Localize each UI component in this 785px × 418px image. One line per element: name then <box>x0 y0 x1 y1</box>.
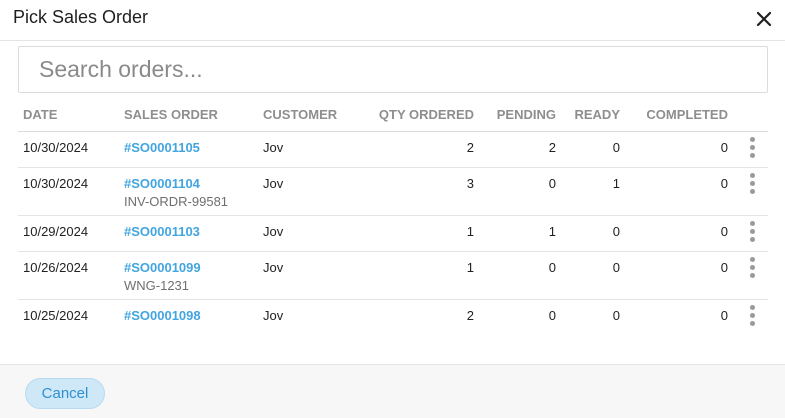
column-header-sales-order[interactable]: SALES ORDER <box>119 99 258 132</box>
cell-actions <box>737 251 768 300</box>
cell-qty-ordered: 3 <box>358 167 483 216</box>
more-vertical-icon[interactable] <box>743 172 763 196</box>
close-icon <box>756 11 772 27</box>
cell-completed: 0 <box>629 167 737 216</box>
cell-sales-order: #SO0001098 <box>119 299 258 335</box>
cell-pending: 0 <box>483 167 565 216</box>
cell-qty-ordered: 2 <box>358 131 483 168</box>
cell-completed: 0 <box>629 131 737 168</box>
cell-date: 10/29/2024 <box>18 215 119 252</box>
column-header-date[interactable]: DATE <box>18 99 119 132</box>
cell-actions <box>737 167 768 216</box>
sales-order-link[interactable]: #SO0001105 <box>124 140 258 155</box>
cell-completed: 0 <box>629 215 737 252</box>
cell-customer: Jov <box>258 131 358 168</box>
cell-actions <box>737 131 768 168</box>
table-row[interactable]: 10/30/2024 #SO0001105 Jov 2 2 0 0 <box>18 131 768 168</box>
orders-table: DATE SALES ORDER CUSTOMER QTY ORDERED PE… <box>18 99 768 335</box>
more-vertical-icon[interactable] <box>743 304 763 328</box>
order-reference: WNG-1231 <box>124 277 190 293</box>
cell-pending: 0 <box>483 251 565 300</box>
column-header-qty-ordered[interactable]: QTY ORDERED <box>358 99 483 132</box>
table-row[interactable]: 10/30/2024 #SO0001104 INV-ORDR-99581 Jov … <box>18 167 768 216</box>
cell-date: 10/25/2024 <box>23 307 89 323</box>
cell-pending: 2 <box>483 131 565 168</box>
table-row[interactable]: 10/25/2024 #SO0001098 Jov 2 0 0 0 <box>18 299 768 335</box>
cell-completed: 0 <box>629 251 737 300</box>
cell-ready: 1 <box>565 167 629 216</box>
cell-date: 10/30/2024 <box>18 167 119 216</box>
column-header-actions <box>737 99 768 132</box>
cell-sales-order: #SO0001103 <box>119 215 258 252</box>
cell-pending: 1 <box>483 215 565 252</box>
cell-ready: 0 <box>565 251 629 300</box>
search-input[interactable] <box>19 47 767 92</box>
table-row[interactable]: 10/26/2024 #SO0001099 WNG-1231 Jov 1 0 0 … <box>18 251 768 300</box>
table-row[interactable]: 10/29/2024 #SO0001103 Jov 1 1 0 0 <box>18 215 768 252</box>
cell-sales-order: #SO0001104 INV-ORDR-99581 <box>119 167 258 216</box>
cell-qty-ordered: 1 <box>358 251 483 300</box>
sales-order-link[interactable]: #SO0001104 <box>124 176 258 191</box>
cell-ready: 0 <box>565 131 629 168</box>
cell-sales-order: #SO0001099 WNG-1231 <box>119 251 258 300</box>
order-reference: INV-ORDR-99581 <box>124 193 229 209</box>
column-header-completed[interactable]: COMPLETED <box>629 99 737 132</box>
more-vertical-icon[interactable] <box>743 136 763 160</box>
cell-customer: Jov <box>263 307 284 323</box>
cell-actions <box>737 215 768 252</box>
cell-pending: 0 <box>548 307 556 323</box>
dialog-footer: Cancel <box>0 364 785 418</box>
search-box <box>18 46 768 93</box>
dialog-title: Pick Sales Order <box>13 7 149 27</box>
cell-qty-ordered: 1 <box>358 215 483 252</box>
cell-date: 10/26/2024 <box>18 251 119 300</box>
column-header-pending[interactable]: PENDING <box>483 99 565 132</box>
cell-ready: 0 <box>612 307 620 323</box>
sales-order-link[interactable]: #SO0001099 <box>124 260 258 275</box>
table-header-row: DATE SALES ORDER CUSTOMER QTY ORDERED PE… <box>18 99 768 132</box>
cell-customer: Jov <box>258 167 358 216</box>
cell-customer: Jov <box>258 251 358 300</box>
column-header-ready[interactable]: READY <box>565 99 629 132</box>
sales-order-link[interactable]: #SO0001103 <box>124 224 258 239</box>
cell-actions <box>737 299 768 335</box>
pick-sales-order-dialog: Pick Sales Order DATE SALES ORDER CUSTOM… <box>0 0 785 418</box>
close-button[interactable] <box>752 7 776 31</box>
cell-customer: Jov <box>258 215 358 252</box>
cell-ready: 0 <box>565 215 629 252</box>
column-header-customer[interactable]: CUSTOMER <box>258 99 358 132</box>
more-vertical-icon[interactable] <box>743 220 763 244</box>
cell-date: 10/30/2024 <box>18 131 119 168</box>
cell-completed: 0 <box>720 307 728 323</box>
cell-sales-order: #SO0001105 <box>119 131 258 168</box>
more-vertical-icon[interactable] <box>743 256 763 280</box>
sales-order-link[interactable]: #SO0001098 <box>124 308 258 323</box>
cancel-button[interactable]: Cancel <box>25 378 105 409</box>
cell-qty-ordered: 2 <box>466 307 474 323</box>
dialog-header: Pick Sales Order <box>0 0 785 41</box>
